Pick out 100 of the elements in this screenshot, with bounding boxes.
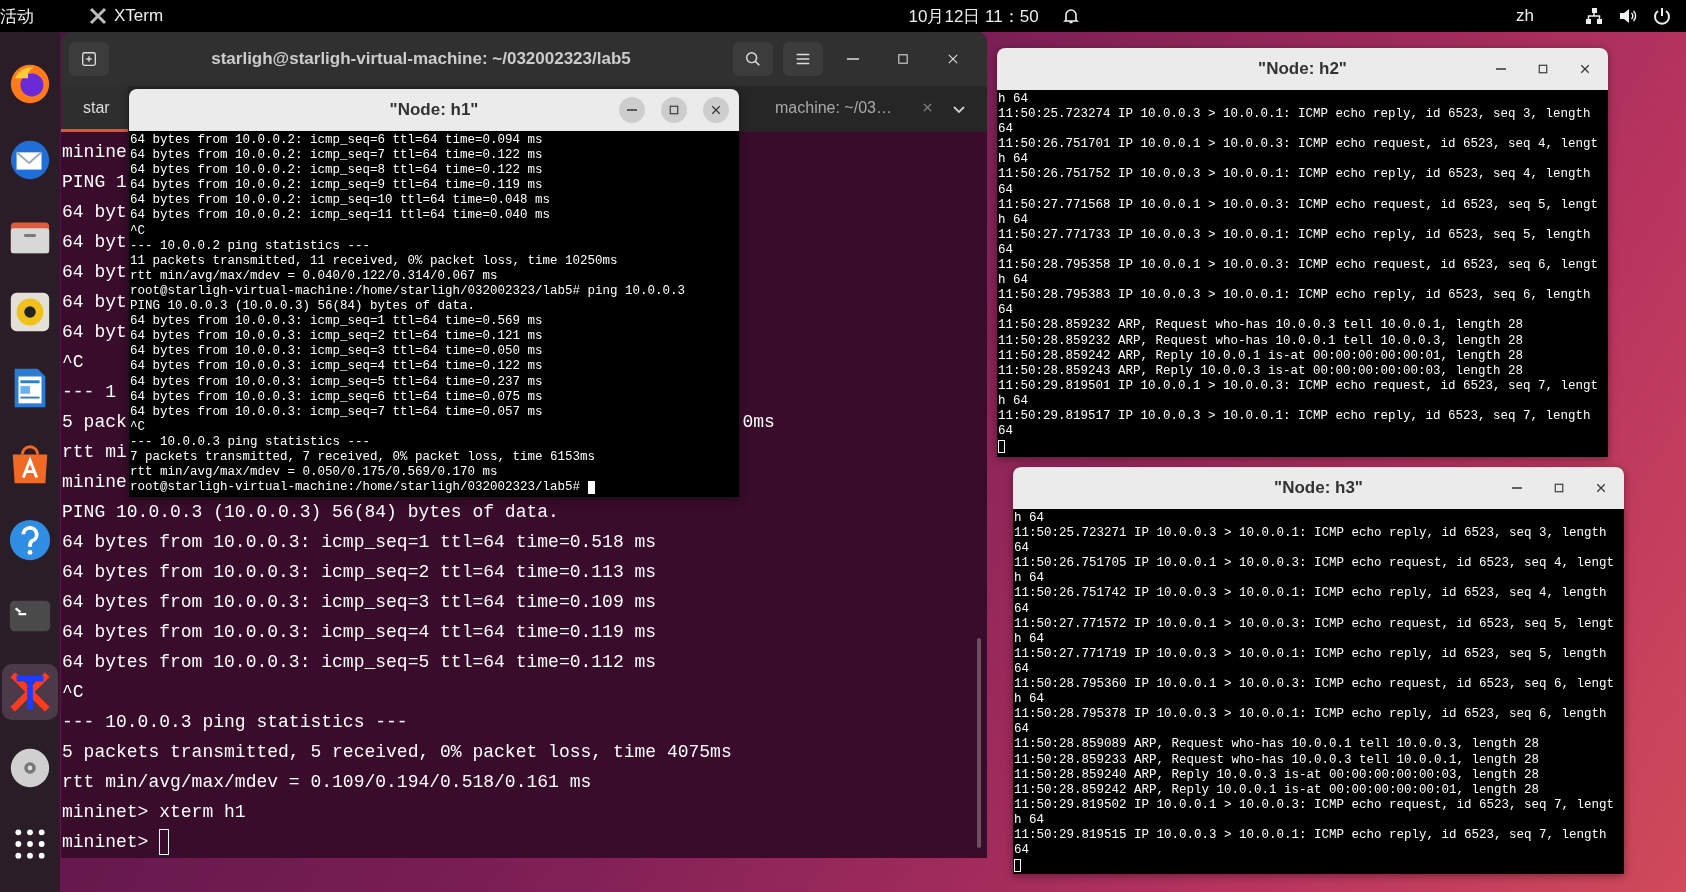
search-button[interactable] [733,42,773,76]
terminal-line: 64 bytes from 10.0.0.3: icmp_seq=1 ttl=64 time=0.569 ms [130,314,543,330]
terminal-line: minine [62,141,127,164]
window-title: "Node: h3" [1274,478,1363,498]
terminal-line: PING 10.0.0.3 (10.0.0.3) 56(84) bytes of data. [130,299,476,315]
terminal-line: ^C [62,351,84,374]
terminal-line: 11:50:29.819517 IP 10.0.0.3 > 10.0.0.1: ICMP echo reply, id 6523, seq 7, length [998,408,1591,425]
terminal-line: 64 bytes from 10.0.0.2: icmp_seq=6 ttl=64 time=0.094 ms [130,133,543,149]
terminal-line: --- 10.0.0.2 ping statistics --- [130,238,371,254]
terminal-line: 64 bytes from 10.0.0.3: icmp_seq=4 ttl=64 time=0.119 ms [62,621,657,644]
clock[interactable]: 10月12日 11：50 [908,4,1039,28]
minimize-icon [847,58,859,60]
terminal-line: 11:50:28.795358 IP 10.0.0.1 > 10.0.0.3: ICMP echo request, id 6523, seq 6, lengt [998,258,1599,274]
terminal-line: 11:50:28.795378 IP 10.0.0.3 > 10.0.0.1: ICMP echo reply, id 6523, seq 6, length [1014,707,1607,723]
terminal-line: 64 [1014,541,1029,557]
terminal-line: 11:50:29.819515 IP 10.0.0.3 > 10.0.0.1: ICMP echo reply, id 6523, seq 7, length [1014,827,1607,844]
terminal-line: rtt min/avg/max/mdev = 0.050/0.175/0.569/0.170 ms [130,465,498,481]
maximize-icon [896,52,910,66]
terminal-tab[interactable]: machine: ~/03… [755,86,951,132]
terminal-line: 11:50:27.771719 IP 10.0.0.3 > 10.0.0.1: ICMP echo reply, id 6523, seq 5, length [1014,646,1607,662]
terminal-line: 64 bytes from 10.0.0.3: icmp_seq=3 ttl=64 time=0.050 ms [130,344,543,360]
terminal-line: --- 10.0.0.3 ping statistics --- [62,711,408,734]
menu-button[interactable] [783,42,823,76]
volume-icon[interactable] [1618,6,1638,26]
terminal-line: 11:50:25.723271 IP 10.0.0.3 > 10.0.0.1: ICMP echo reply, id 6523, seq 3, length [1014,526,1607,542]
power-icon[interactable] [1652,6,1672,26]
terminal-line: h 64 [998,212,1028,228]
scrollbar[interactable] [977,638,981,848]
terminal-line: h 64 [1014,812,1044,828]
terminal-line: 64 bytes from 10.0.0.3: icmp_seq=2 ttl=64 time=0.121 ms [130,329,543,345]
terminal-line: 64 bytes from 10.0.0.2: icmp_seq=8 ttl=64 time=0.122 ms [130,163,543,179]
terminal-line: --- 1 [62,381,116,404]
terminal-line: 11:50:28.859240 ARP, Reply 10.0.0.3 is-at 00:00:00:00:00:03, length 28 [1014,767,1540,783]
close-icon [1595,482,1607,494]
terminal-line: h 64 [1014,511,1044,527]
maximize-button[interactable] [661,97,687,123]
terminal-line: 64 [998,424,1013,440]
terminal-line: 11:50:28.859089 ARP, Request who-has 10.0.0.1 tell 10.0.0.3, length 28 [1014,737,1540,753]
close-button[interactable] [703,97,729,123]
x-logo-icon [88,6,108,26]
terminal-line: rtt min/avg/max/mdev = 0.109/0.194/0.518/0.161 ms [62,771,592,794]
terminal-line: 11:50:26.751742 IP 10.0.0.3 > 10.0.0.1: ICMP echo reply, id 6523, seq 4, length [1014,586,1607,602]
minimize-button[interactable] [619,97,645,123]
terminal-line: 64 bytes from 10.0.0.2: icmp_seq=7 ttl=64 time=0.122 ms [130,148,543,164]
terminal-line: 11:50:28.859233 ARP, Request who-has 10.0.0.3 tell 10.0.0.1, length 28 [1014,752,1540,768]
network-icon[interactable] [1584,6,1604,26]
help-icon [7,517,53,563]
maximize-icon [668,104,680,116]
terminal-line: 64 byt [62,231,127,254]
terminal-line: 5 packets transmitted, 5 received, 0% packet loss, time 4075ms [62,741,732,764]
terminal-line: 64 [998,242,1013,259]
terminal-line: h 64 [998,152,1028,168]
terminal-line: 64 [1014,661,1029,678]
terminal-line: 64 [1014,843,1029,859]
close-icon [710,104,722,116]
terminal-line: 64 bytes from 10.0.0.3: icmp_seq=6 ttl=64 time=0.075 ms [130,389,543,405]
minimize-icon [1496,68,1506,70]
terminal-line: 64 byt [62,201,127,224]
terminal-line: 11:50:25.723274 IP 10.0.0.3 > 10.0.0.1: ICMP echo reply, id 6523, seq 3, length [998,107,1591,123]
terminal-line: 11:50:28.795360 IP 10.0.0.1 > 10.0.0.3: ICMP echo request, id 6523, seq 6, lengt [1014,677,1615,693]
activities-button[interactable]: 活动 [0,4,34,28]
terminal-line: rtt min/avg/max/mdev = 0.040/0.122/0.314/0.067 ms [130,268,498,284]
terminal-line: h 64 [1014,692,1044,708]
terminal-line: 11:50:29.819501 IP 10.0.0.1 > 10.0.0.3: ICMP echo request, id 6523, seq 7, lengt [998,378,1599,394]
close-tab-icon[interactable] [921,102,933,113]
terminal-line: 11:50:27.771568 IP 10.0.0.1 > 10.0.0.3: ICMP echo request, id 6523, seq 5, lengt [998,197,1599,213]
terminal-line: ^C [130,223,145,239]
search-icon [744,50,762,68]
terminal-line: h 64 [1014,631,1044,647]
maximize-icon [1537,63,1549,75]
terminal-line: h 64 [998,92,1028,108]
minimize-icon [1512,487,1522,489]
terminal-line: mininet> xterm h1 [62,801,246,824]
terminal-line: 11:50:28.859232 ARP, Request who-has 10.0.0.3 tell 10.0.0.1, length 28 [998,318,1524,334]
maximize-icon [1553,482,1565,494]
terminal-line: 11:50:28.859242 ARP, Reply 10.0.0.1 is-at 00:00:00:00:00:01, length 28 [998,348,1524,364]
terminal-line: 11:50:27.771572 IP 10.0.0.1 > 10.0.0.3: ICMP echo request, id 6523, seq 5, lengt [1014,616,1615,632]
terminal-line: 64 bytes from 10.0.0.3: icmp_seq=5 ttl=64 time=0.112 ms [62,651,657,674]
minimize-icon [627,109,637,111]
terminal-line: 11:50:26.751752 IP 10.0.0.3 > 10.0.0.1: ICMP echo reply, id 6523, seq 4, length [998,167,1591,183]
terminal-line: 11:50:27.771733 IP 10.0.0.3 > 10.0.0.1: ICMP echo reply, id 6523, seq 5, length [998,227,1591,243]
terminal-line: mininet> [62,831,149,854]
terminal-line: 11:50:28.859242 ARP, Reply 10.0.0.1 is-at 00:00:00:00:00:01, length 28 [1014,782,1540,798]
terminal-line: h 64 [1014,571,1044,587]
close-icon [946,52,960,66]
terminal-line: rtt mi [62,441,127,464]
terminal-line: 11:50:28.795383 IP 10.0.0.3 > 10.0.0.1: ICMP echo reply, id 6523, seq 6, length [998,288,1591,304]
terminal-line: 64 [998,182,1013,198]
terminal-tab[interactable]: star [61,86,128,132]
terminal-line: h 64 [998,273,1028,289]
terminal-line: 64 [998,122,1013,138]
terminal-line: 0ms [742,411,776,434]
terminal-line: 11:50:28.859243 ARP, Reply 10.0.0.3 is-at 00:00:00:00:00:03, length 28 [998,363,1524,379]
terminal-line: 11:50:29.819502 IP 10.0.0.1 > 10.0.0.3: ICMP echo request, id 6523, seq 7, lengt [1014,797,1615,813]
app-menu[interactable]: XTerm [114,6,164,26]
terminal-line: 64 bytes from 10.0.0.3: icmp_seq=7 ttl=64 time=0.057 ms [130,404,543,420]
bell-icon [1060,6,1081,26]
new-tab-button[interactable] [69,42,109,76]
input-language[interactable]: zh [1516,6,1534,26]
terminal-line: 11:50:28.859232 ARP, Request who-has 10.0.0.1 tell 10.0.0.3, length 28 [998,333,1524,349]
